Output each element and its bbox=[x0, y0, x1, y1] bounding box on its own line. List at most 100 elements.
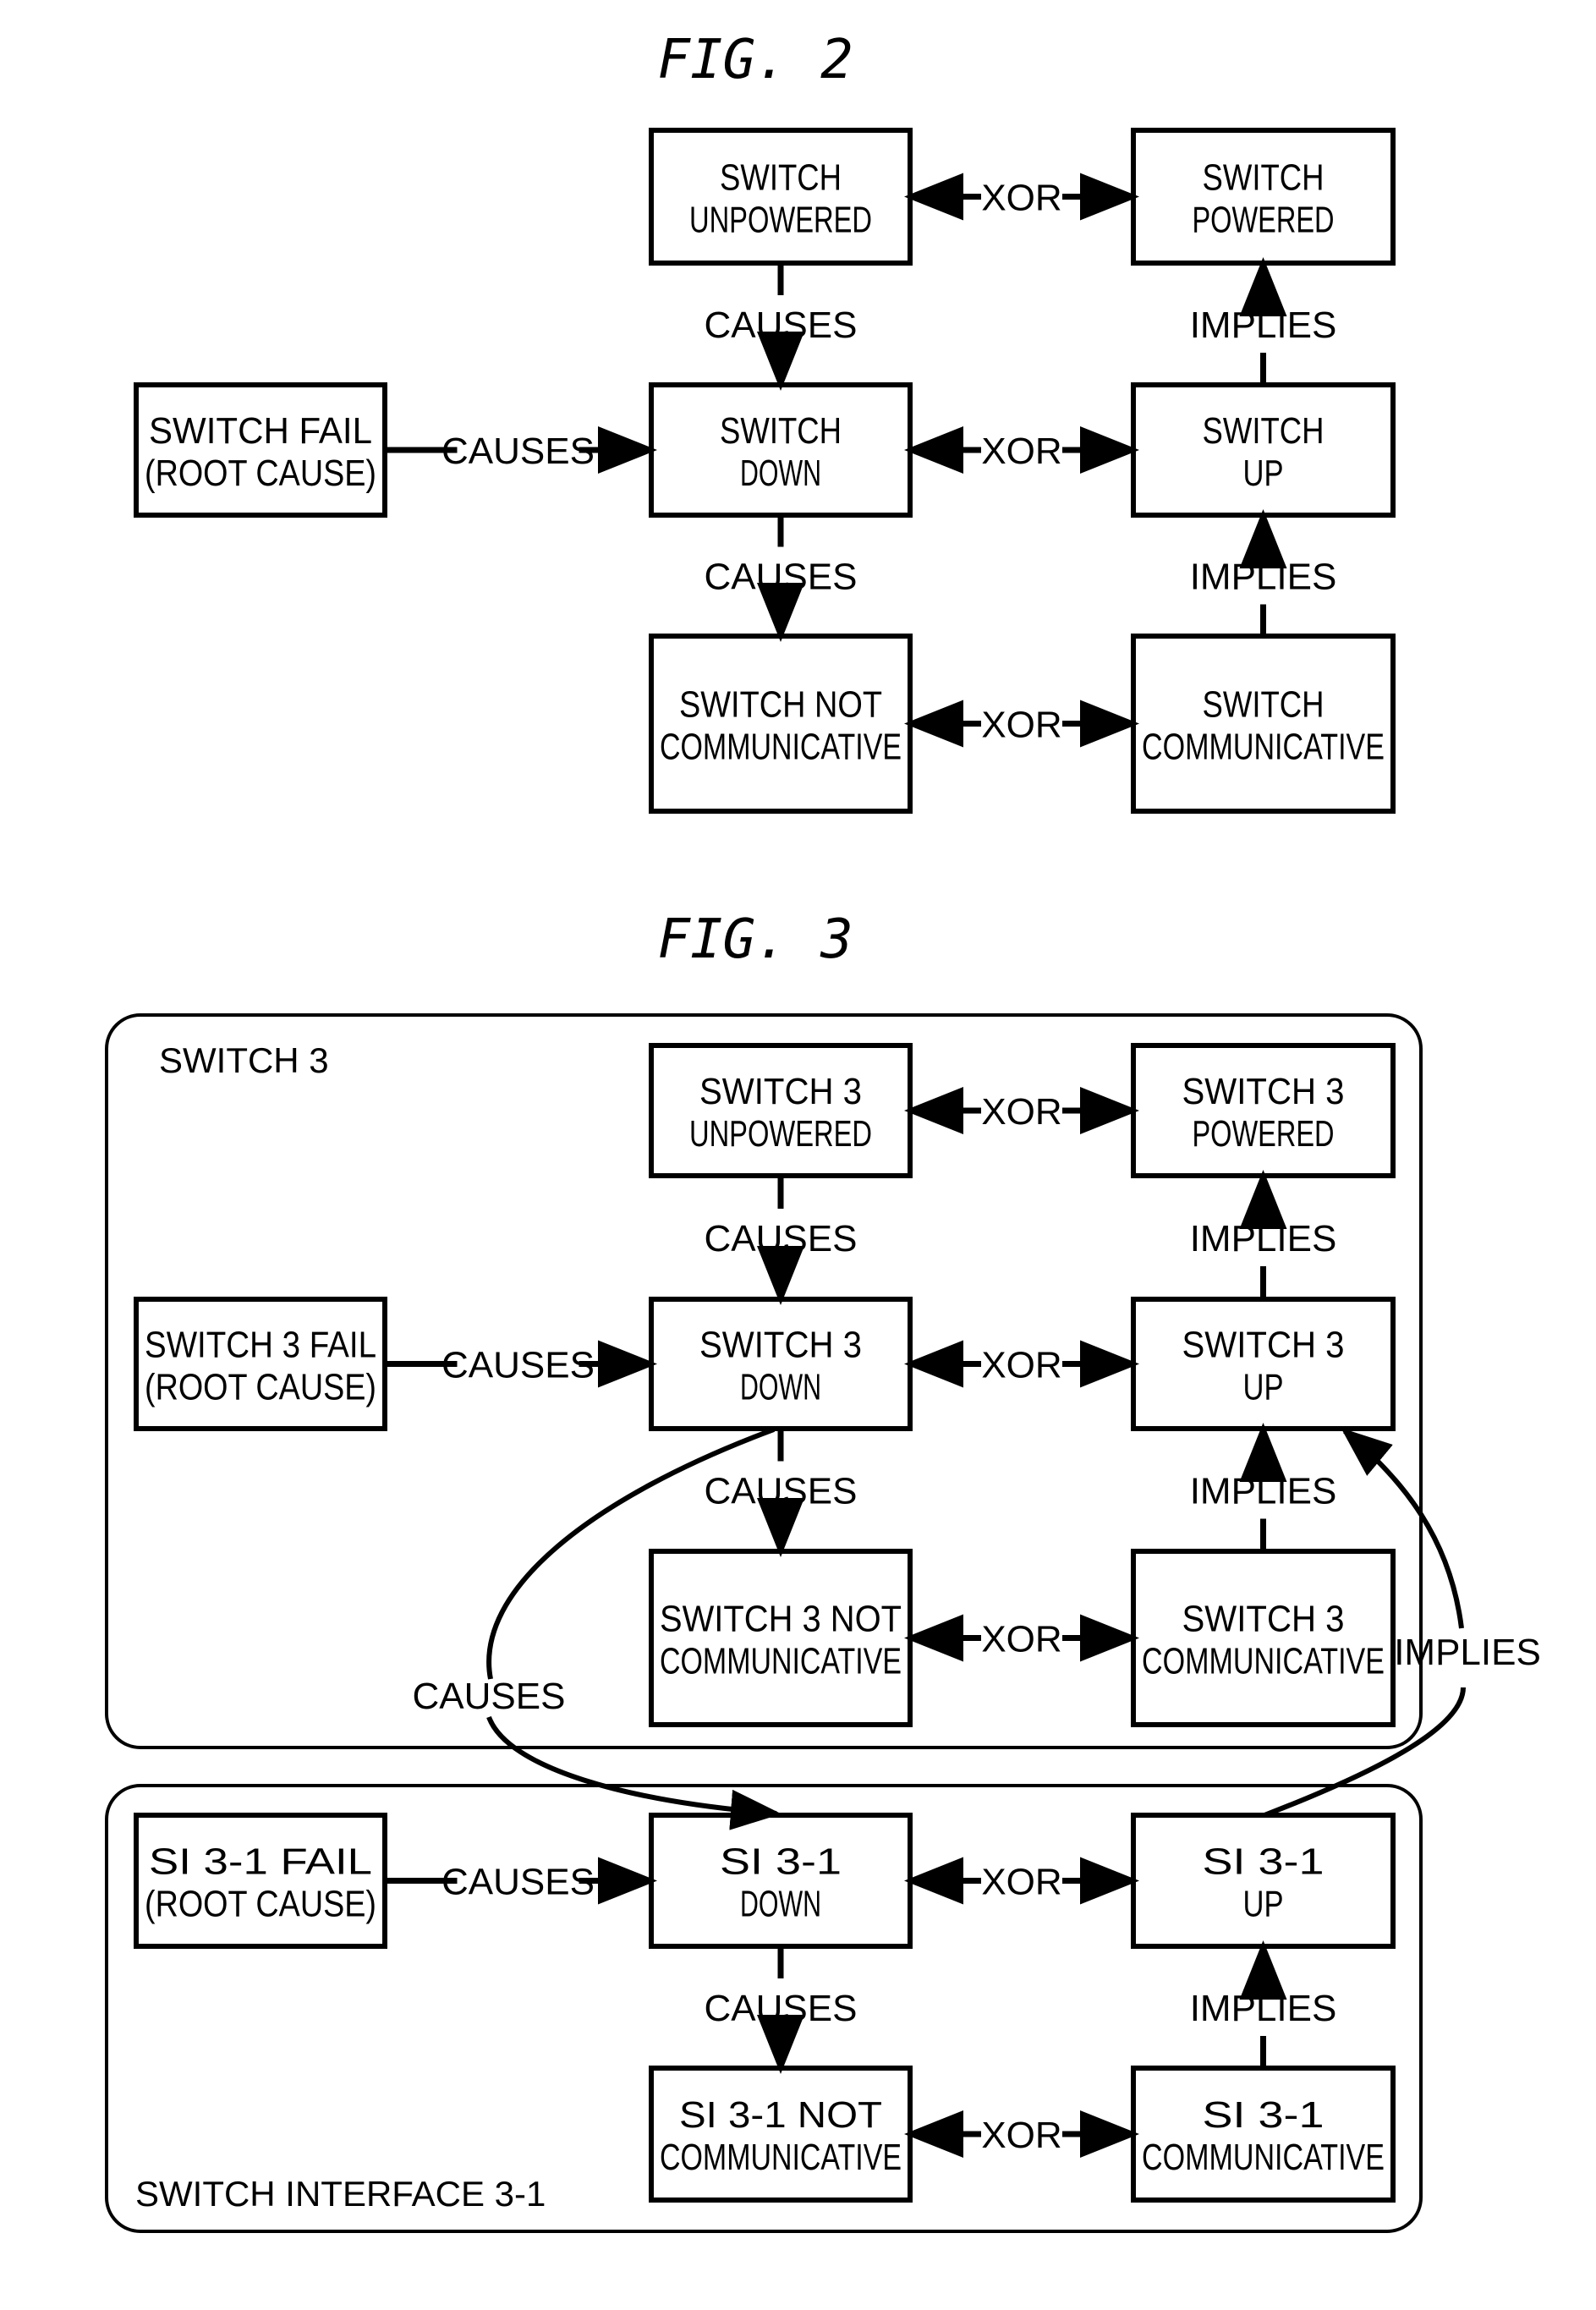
fig3-edge-comm-implies-up: IMPLIES bbox=[1190, 1423, 1337, 1551]
fig3-node-unpowered: SWITCH 3UNPOWERED bbox=[649, 1043, 913, 1178]
edge-label-implies: IMPLIES bbox=[1394, 1632, 1541, 1673]
fig3-node-si-comm: SI 3-1COMMUNICATIVE bbox=[1131, 2066, 1396, 2203]
node-label-line: SWITCH bbox=[1203, 157, 1325, 199]
node-label-line: SWITCH bbox=[1203, 410, 1325, 452]
edge-label-xor: XOR bbox=[981, 431, 1061, 472]
edge-label-xor: XOR bbox=[981, 178, 1061, 219]
fig2-edge-comm-implies-up: IMPLIES bbox=[1190, 509, 1337, 636]
fig3-node-up: SWITCH 3UP bbox=[1131, 1297, 1396, 1431]
node-label-line: (ROOT CAUSE) bbox=[145, 1367, 376, 1408]
node-label-line: COMMUNICATIVE bbox=[1142, 1641, 1385, 1682]
edge-label-xor: XOR bbox=[981, 1091, 1061, 1133]
fig3-edge-unpowered-xor-powered: XOR bbox=[904, 1087, 1139, 1134]
node-label-line: POWERED bbox=[1193, 1113, 1335, 1155]
fig2-edge-down-xor-up: XOR bbox=[904, 426, 1139, 474]
edge-label-causes: CAUSES bbox=[442, 1862, 595, 1903]
fig2-node-fail: SWITCH FAIL(ROOT CAUSE) bbox=[134, 382, 387, 518]
edge-label-causes: CAUSES bbox=[705, 1471, 858, 1512]
fig2-edge-fail-causes-down: CAUSES bbox=[385, 426, 657, 474]
edge-label-causes: CAUSES bbox=[442, 1345, 595, 1386]
node-label-line: SI 3-1 bbox=[720, 1841, 842, 1883]
fig3-node-fail: SWITCH 3 FAIL(ROOT CAUSE) bbox=[134, 1297, 387, 1431]
node-label-line: SWITCH FAIL bbox=[149, 410, 372, 452]
fig2-edge-unpowered-xor-powered: XOR bbox=[904, 173, 1139, 221]
edge-label-xor: XOR bbox=[981, 2115, 1061, 2156]
fig3-edge-si-notcomm-xor-si-comm: XOR bbox=[904, 2110, 1139, 2158]
fig3-node-comm: SWITCH 3COMMUNICATIVE bbox=[1131, 1549, 1396, 1727]
node-label-line: UP bbox=[1243, 1367, 1284, 1408]
switch-3-container-label: SWITCH 3 bbox=[159, 1040, 329, 1080]
edge-label-implies: IMPLIES bbox=[1190, 1988, 1337, 2029]
fig2-node-comm: SWITCHCOMMUNICATIVE bbox=[1131, 634, 1396, 814]
fig2-node-notcomm: SWITCH NOTCOMMUNICATIVE bbox=[649, 634, 913, 814]
fig3-edge-si-comm-implies-si-up: IMPLIES bbox=[1190, 1940, 1337, 2068]
fig3-node-si-notcomm: SI 3-1 NOTCOMMUNICATIVE bbox=[649, 2066, 913, 2203]
node-label-line: SWITCH bbox=[720, 157, 842, 199]
fig2-edge-notcomm-xor-comm: XOR bbox=[904, 700, 1139, 748]
fig3-node-notcomm: SWITCH 3 NOTCOMMUNICATIVE bbox=[649, 1549, 913, 1727]
patent-figures: FIG. 2 FIG. 3 SWITCH 3 SWITCH INTERFACE … bbox=[105, 29, 1541, 2233]
node-label-line: UNPOWERED bbox=[689, 200, 872, 241]
node-label-line: SWITCH bbox=[1203, 684, 1325, 726]
edge-label-causes: CAUSES bbox=[705, 557, 858, 598]
edge-label-implies: IMPLIES bbox=[1190, 557, 1337, 598]
node-label-line: DOWN bbox=[740, 453, 821, 494]
fig3-node-si-fail: SI 3-1 FAIL(ROOT CAUSE) bbox=[134, 1813, 387, 1949]
fig2-edge-unpowered-causes-down: CAUSES bbox=[705, 263, 858, 391]
node-label-line: DOWN bbox=[740, 1367, 821, 1408]
edge-label-implies: IMPLIES bbox=[1190, 1471, 1337, 1512]
fig2-node-unpowered: SWITCHUNPOWERED bbox=[649, 128, 913, 266]
node-label-line: SWITCH NOT bbox=[679, 684, 882, 726]
fig2-node-down: SWITCHDOWN bbox=[649, 382, 913, 518]
node-label-line: SI 3-1 bbox=[1203, 2094, 1325, 2136]
node-label-line: COMMUNICATIVE bbox=[660, 1641, 902, 1682]
node-label-line: SWITCH 3 bbox=[699, 1325, 862, 1366]
node-label-line: SI 3-1 FAIL bbox=[149, 1841, 372, 1883]
fig3-title: FIG. 3 bbox=[657, 908, 853, 971]
node-label-line: COMMUNICATIVE bbox=[660, 2137, 902, 2178]
fig3-edge-si-down-xor-si-up: XOR bbox=[904, 1857, 1139, 1905]
node-label-line: UP bbox=[1243, 453, 1284, 494]
edge-label-causes: CAUSES bbox=[442, 431, 595, 472]
node-label-line: SWITCH 3 NOT bbox=[660, 1599, 902, 1640]
fig3-node-down: SWITCH 3DOWN bbox=[649, 1297, 913, 1431]
fig2-node-powered: SWITCHPOWERED bbox=[1131, 128, 1396, 266]
node-label-line: SWITCH 3 bbox=[1182, 1599, 1345, 1640]
edge-label-causes: CAUSES bbox=[705, 1218, 858, 1259]
edge-label-implies: IMPLIES bbox=[1190, 305, 1337, 346]
node-label-line: UNPOWERED bbox=[689, 1113, 872, 1155]
node-label-line: (ROOT CAUSE) bbox=[145, 453, 376, 494]
fig3-node-si-down: SI 3-1DOWN bbox=[649, 1813, 913, 1949]
fig3-node-powered: SWITCH 3POWERED bbox=[1131, 1043, 1396, 1178]
fig3-edge-notcomm-xor-comm: XOR bbox=[904, 1614, 1139, 1662]
fig2-title: FIG. 2 bbox=[657, 29, 853, 91]
edge-label-xor: XOR bbox=[981, 1619, 1061, 1660]
fig3-edge-fail-causes-down: CAUSES bbox=[385, 1340, 657, 1388]
node-label-line: COMMUNICATIVE bbox=[1142, 2137, 1385, 2178]
curve-segment bbox=[486, 1715, 782, 1830]
fig3-edge-up-implies-powered: IMPLIES bbox=[1190, 1170, 1337, 1299]
edge-label-causes: CAUSES bbox=[705, 305, 858, 346]
fig3-node-si-up: SI 3-1UP bbox=[1131, 1813, 1396, 1949]
fig2-edge-up-implies-powered: IMPLIES bbox=[1190, 257, 1337, 385]
edge-label-xor: XOR bbox=[981, 705, 1061, 746]
edge-label-xor: XOR bbox=[981, 1862, 1061, 1903]
node-label-line: SWITCH 3 bbox=[1182, 1071, 1345, 1112]
node-label-line: SWITCH 3 FAIL bbox=[145, 1325, 376, 1366]
node-label-line: (ROOT CAUSE) bbox=[145, 1884, 376, 1925]
fig3-edge-si-down-causes-si-notcomm: CAUSES bbox=[705, 1946, 857, 2074]
node-label-line: SI 3-1 bbox=[1203, 1841, 1325, 1883]
node-label-line: SWITCH 3 bbox=[1182, 1325, 1345, 1366]
node-label-line: COMMUNICATIVE bbox=[660, 727, 902, 768]
fig3-edge-unpowered-causes-down: CAUSES bbox=[705, 1176, 858, 1305]
node-label-line: POWERED bbox=[1193, 200, 1335, 241]
node-label-line: SWITCH 3 bbox=[699, 1071, 862, 1112]
fig2-edge-down-causes-notcomm: CAUSES bbox=[705, 515, 858, 642]
switch-interface-container-label: SWITCH INTERFACE 3-1 bbox=[135, 2174, 546, 2214]
node-label-line: SI 3-1 NOT bbox=[679, 2094, 882, 2136]
fig2-node-up: SWITCHUP bbox=[1131, 382, 1396, 518]
edge-label-implies: IMPLIES bbox=[1190, 1218, 1337, 1259]
node-label-line: DOWN bbox=[740, 1884, 821, 1925]
edge-label-causes: CAUSES bbox=[413, 1676, 566, 1717]
node-label-line: UP bbox=[1243, 1884, 1284, 1925]
